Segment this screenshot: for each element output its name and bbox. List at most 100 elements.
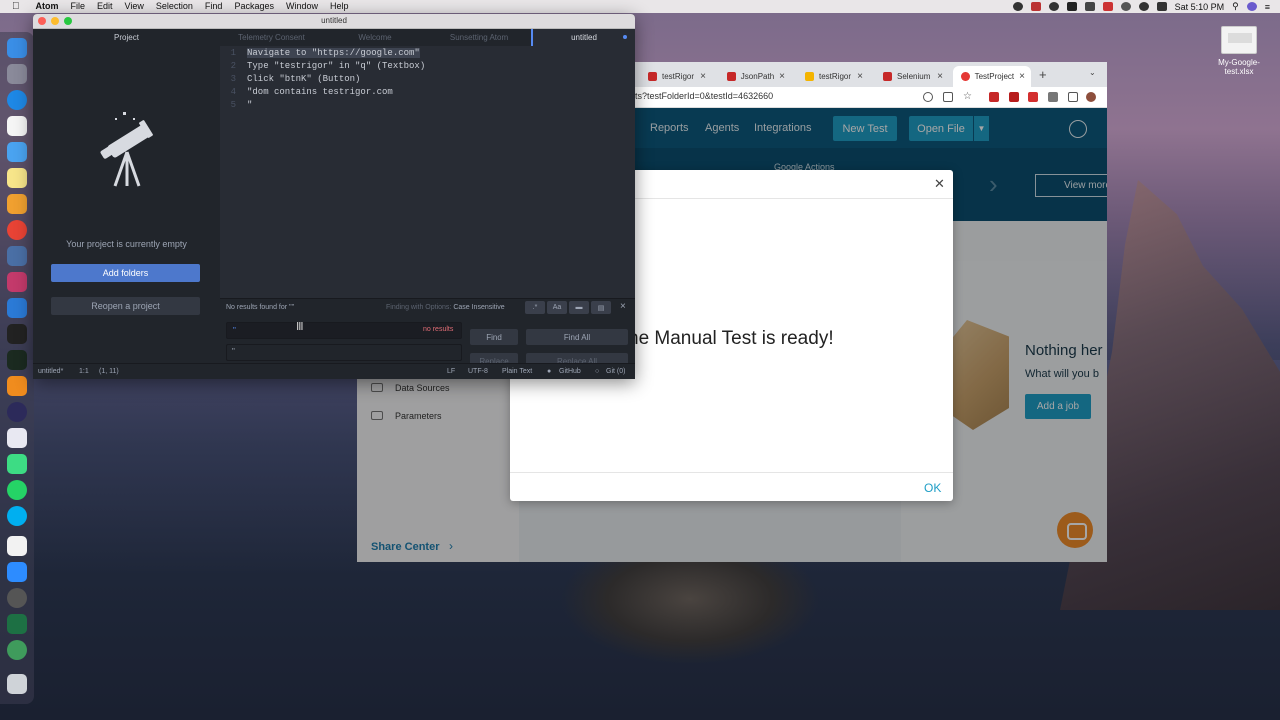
- chrome-tab-selenium[interactable]: Selenium ×: [875, 66, 949, 87]
- chrome-icon[interactable]: [7, 220, 27, 240]
- save-app-icon[interactable]: [7, 298, 27, 318]
- flag-icon[interactable]: [1102, 2, 1113, 11]
- menu-view[interactable]: View: [119, 0, 150, 13]
- record-icon[interactable]: [1012, 2, 1023, 11]
- status-github[interactable]: GitHub: [559, 368, 581, 375]
- spotlight-icon[interactable]: ⚲: [1232, 1, 1239, 12]
- menubar-clock[interactable]: Sat 5:10 PM: [1175, 2, 1225, 12]
- zoom-icon[interactable]: [7, 562, 27, 582]
- messages-icon[interactable]: [7, 142, 27, 162]
- bluetooth-icon[interactable]: [1120, 2, 1131, 11]
- skype-icon[interactable]: [7, 506, 27, 526]
- close-icon[interactable]: ×: [857, 71, 869, 82]
- ok-button[interactable]: OK: [924, 481, 941, 495]
- safari-icon[interactable]: [7, 90, 27, 110]
- eclipse-icon[interactable]: [7, 402, 27, 422]
- regex-toggle-button[interactable]: .*: [525, 301, 545, 314]
- whole-word-toggle-icon[interactable]: ▤: [591, 301, 611, 314]
- profile-icon[interactable]: [1086, 92, 1096, 102]
- code-line[interactable]: Type "testrigor" in "q" (Textbox): [247, 61, 425, 71]
- chrome-tab-jsonpath[interactable]: JsonPath ×: [719, 66, 791, 87]
- preview-icon[interactable]: [7, 246, 27, 266]
- find-button[interactable]: Find: [470, 329, 518, 345]
- menu-app-name[interactable]: Atom: [30, 0, 65, 13]
- notes-icon[interactable]: [7, 116, 27, 136]
- slack-icon[interactable]: [7, 272, 27, 292]
- puzzle-icon[interactable]: [1048, 92, 1058, 102]
- status-icon[interactable]: [1048, 2, 1059, 11]
- chrome-tab-testrigor-1[interactable]: testRigor ×: [640, 66, 712, 87]
- extension-red2-icon[interactable]: [1009, 92, 1019, 102]
- close-icon[interactable]: ×: [620, 301, 626, 312]
- close-icon[interactable]: ×: [779, 71, 791, 82]
- code-line[interactable]: Click "btnK" (Button): [247, 74, 360, 84]
- volume-icon[interactable]: [1156, 2, 1167, 11]
- code-line[interactable]: Navigate to "https://google.com": [247, 48, 420, 58]
- new-tab-icon[interactable]: +: [1039, 67, 1047, 82]
- desktop-file[interactable]: My-Google-test.xlsx: [1214, 26, 1264, 76]
- menu-edit[interactable]: Edit: [91, 0, 119, 13]
- close-icon[interactable]: ✕: [934, 176, 945, 192]
- menu-find[interactable]: Find: [199, 0, 229, 13]
- menu-window[interactable]: Window: [280, 0, 324, 13]
- close-icon[interactable]: ×: [1019, 71, 1031, 82]
- app-tray-icon[interactable]: [1030, 2, 1041, 11]
- excel-icon[interactable]: [7, 614, 27, 634]
- status-grammar[interactable]: Plain Text: [502, 368, 532, 375]
- android-studio-icon[interactable]: [7, 454, 27, 474]
- code-editor[interactable]: 1 2 3 4 5 Navigate to "https://google.co…: [220, 46, 635, 298]
- menu-help[interactable]: Help: [324, 0, 355, 13]
- textedit-icon[interactable]: [7, 194, 27, 214]
- wifi-icon[interactable]: [1138, 2, 1149, 11]
- apple-icon[interactable]: : [0, 0, 30, 13]
- star-icon[interactable]: ☆: [963, 92, 973, 102]
- zoom-icon[interactable]: [923, 92, 933, 102]
- tab-project[interactable]: Project: [33, 29, 220, 46]
- siri-icon[interactable]: [1246, 2, 1257, 11]
- tab-welcome[interactable]: Welcome: [323, 29, 427, 46]
- activity-monitor-icon[interactable]: [7, 350, 27, 370]
- extension-red-icon[interactable]: [989, 92, 999, 102]
- textfile-icon[interactable]: [7, 536, 27, 556]
- menu-file[interactable]: File: [65, 0, 92, 13]
- reading-list-icon[interactable]: [1068, 92, 1078, 102]
- close-icon[interactable]: ×: [937, 71, 949, 82]
- trash-icon[interactable]: [7, 674, 27, 694]
- replace-input[interactable]: ": [226, 344, 462, 361]
- airplay-icon[interactable]: [1084, 2, 1095, 11]
- sublime-icon[interactable]: [7, 376, 27, 396]
- tab-telemetry-consent[interactable]: Telemetry Consent: [220, 29, 323, 46]
- find-input[interactable]: " no results: [226, 322, 462, 339]
- extension-red3-icon[interactable]: [1028, 92, 1038, 102]
- close-icon[interactable]: ×: [700, 71, 712, 82]
- url-text[interactable]: ts?testFolderId=0&testId=4632660: [635, 91, 773, 101]
- code-line[interactable]: "dom contains testrigor.com: [247, 87, 393, 97]
- chevron-down-icon[interactable]: ⌄: [1089, 68, 1096, 77]
- atom-dock-icon[interactable]: [7, 640, 27, 660]
- status-encoding[interactable]: UTF-8: [468, 368, 488, 375]
- status-selection[interactable]: (1, 11): [99, 368, 119, 375]
- link-app-icon[interactable]: [7, 588, 27, 608]
- stickies-icon[interactable]: [7, 168, 27, 188]
- status-cursor-pos[interactable]: 1:1: [79, 368, 89, 375]
- add-folders-button[interactable]: Add folders: [51, 264, 200, 282]
- share-icon[interactable]: [943, 92, 953, 102]
- tab-sunsetting-atom[interactable]: Sunsetting Atom: [427, 29, 531, 46]
- status-file[interactable]: untitled*: [38, 368, 63, 375]
- document-icon[interactable]: [7, 428, 27, 448]
- tab-untitled[interactable]: untitled: [531, 29, 635, 46]
- chrome-tab-testrigor-2[interactable]: testRigor ×: [797, 66, 869, 87]
- code-line[interactable]: ": [247, 100, 252, 110]
- dropbox-icon[interactable]: [1066, 2, 1077, 11]
- status-line-ending[interactable]: LF: [447, 368, 455, 375]
- reopen-project-button[interactable]: Reopen a project: [51, 297, 200, 315]
- menu-selection[interactable]: Selection: [150, 0, 199, 13]
- selection-only-toggle-icon[interactable]: ▬: [569, 301, 589, 314]
- chrome-tab-testproject[interactable]: TestProject ×: [953, 66, 1031, 87]
- control-center-icon[interactable]: ≡: [1265, 2, 1270, 12]
- finder-icon[interactable]: [7, 38, 27, 58]
- whatsapp-icon[interactable]: [7, 480, 27, 500]
- menu-packages[interactable]: Packages: [228, 0, 280, 13]
- find-all-button[interactable]: Find All: [526, 329, 628, 345]
- case-toggle-button[interactable]: Aa: [547, 301, 567, 314]
